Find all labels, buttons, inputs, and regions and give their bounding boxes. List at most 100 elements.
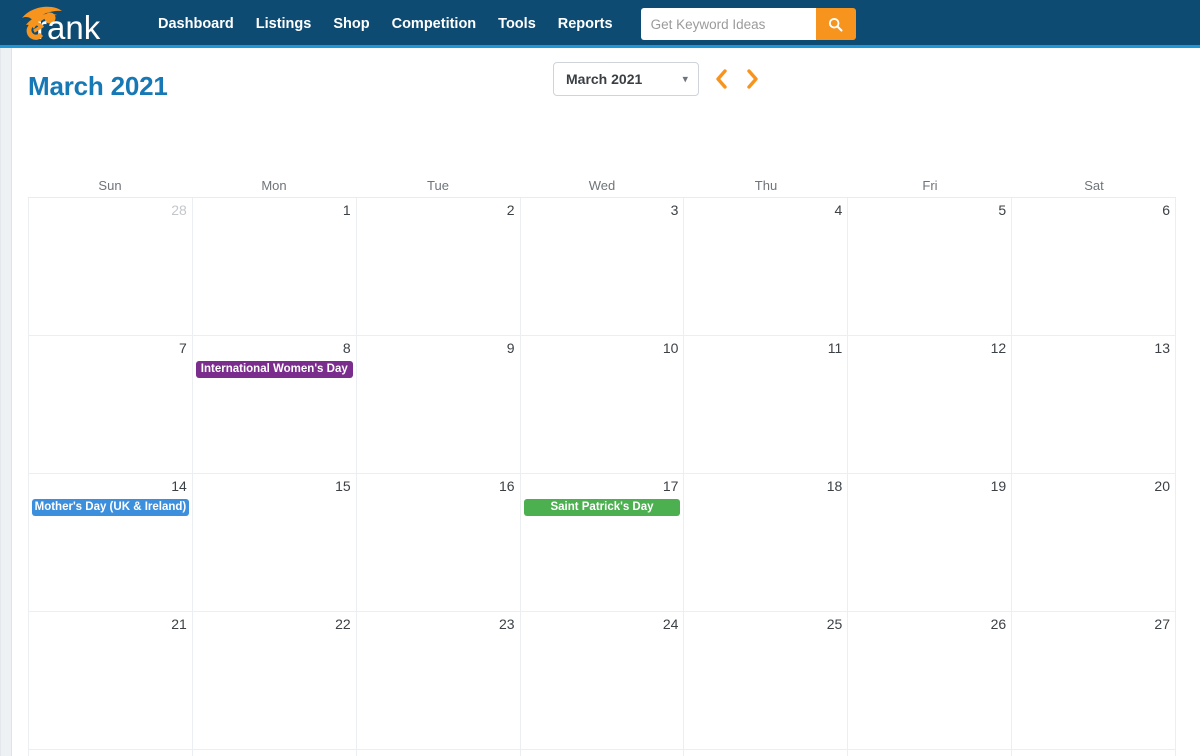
day-number: 9 [506,340,515,356]
next-month-button[interactable] [744,69,761,89]
weekday-fri: Fri [922,178,938,193]
calendar-day-cell[interactable]: 8 International Women's Day [192,336,357,474]
calendar-day-cell[interactable]: 2 [848,750,1013,756]
calendar-day-cell[interactable]: 2 [356,198,521,336]
keyword-search [640,8,856,40]
weekday-wed: Wed [588,178,616,193]
calendar-day-cell[interactable]: 29 [193,750,357,756]
search-icon [829,17,843,32]
calendar-day-cell[interactable]: 25 [684,612,849,750]
day-number: 5 [998,202,1007,218]
calendar-day-cell[interactable]: 28 [29,198,193,336]
calendar-day-cell[interactable]: 18 [684,474,849,612]
weekday-tue: Tue [427,178,449,193]
day-number: 20 [1154,478,1170,494]
day-number: 16 [498,478,515,494]
day-number: 26 [990,616,1007,632]
calendar-day-cell[interactable]: 24 [520,612,685,750]
calendar-day-cell[interactable]: 4 [684,198,849,336]
calendar-day-cell[interactable]: 12 [848,336,1013,474]
weekday-sat: Sat [1084,178,1104,193]
calendar-day-cell[interactable]: 26 [848,612,1013,750]
calendar-day-cell[interactable]: 11 [684,336,849,474]
nav-link-dashboard[interactable]: Dashboard [158,17,234,32]
calendar-event[interactable]: International Women's Day [195,361,353,378]
month-select[interactable]: March 2021 [553,62,699,96]
day-number: 21 [171,616,187,632]
day-number: 28 [171,202,187,218]
calendar-day-cell[interactable]: 15 [192,474,357,612]
calendar-day-cell[interactable]: 28 [29,750,193,756]
month-controls: March 2021 ▾ [553,62,761,96]
calendar-day-cell[interactable]: 31 [521,750,685,756]
page-body: March 2021 March 2021 ▾ Sun Mon Tue Wed … [0,48,1200,756]
calendar-event[interactable]: Saint Patrick's Day [523,499,681,516]
calendar-day-cell[interactable]: 27 [1012,612,1176,750]
chevron-left-icon [716,69,727,89]
day-number: 18 [826,478,843,494]
calendar-day-cell[interactable]: 1 [192,198,357,336]
day-number: 17 [662,478,679,494]
calendar-day-cell[interactable]: 20 [1012,474,1176,612]
day-number: 13 [1154,340,1170,356]
calendar-day-cell[interactable]: 22 [192,612,357,750]
day-number: 11 [827,340,843,356]
day-number: 8 [342,340,351,356]
calendar-day-cell[interactable]: 3 [1012,750,1176,756]
day-number: 3 [670,202,679,218]
top-navbar: rank Dashboard Listings Shop Competition… [0,0,1200,48]
calendar-day-cell[interactable]: 3 [520,198,685,336]
calendar-day-cell[interactable]: 17 Saint Patrick's Day [520,474,685,612]
calendar-day-cell[interactable]: 21 [29,612,193,750]
nav-link-listings[interactable]: Listings [256,17,312,32]
day-number: 15 [335,478,351,494]
erank-logo[interactable]: rank [10,2,138,46]
day-number: 14 [171,478,187,494]
day-number: 2 [506,202,515,218]
calendar-weekday-header: Sun Mon Tue Wed Thu Fri Sat [28,176,1176,198]
nav-link-shop[interactable]: Shop [333,17,369,32]
calendar-grid: 28 1 2 3 4 5 6 7 8 International Women's Day 9 10 11… [28,198,1176,756]
weekday-thu: Thu [754,178,778,193]
calendar-day-cell[interactable]: 30 [357,750,521,756]
day-number: 12 [990,340,1007,356]
day-number: 1 [342,202,351,218]
calendar-day-cell[interactable]: 13 [1012,336,1176,474]
keyword-search-button[interactable] [815,8,856,40]
keyword-search-input[interactable] [640,8,816,40]
day-number: 24 [662,616,679,632]
calendar-day-cell[interactable]: 9 [356,336,521,474]
calendar-day-cell[interactable]: 6 [1012,198,1176,336]
svg-text:rank: rank [36,9,101,46]
day-number: 19 [990,478,1007,494]
day-number: 7 [179,340,187,356]
day-number: 10 [662,340,679,356]
weekday-sun: Sun [98,178,122,193]
day-number: 6 [1162,202,1170,218]
nav-link-tools[interactable]: Tools [498,17,536,32]
day-number: 23 [498,616,515,632]
day-number: 27 [1154,616,1170,632]
calendar-day-cell[interactable]: 7 [29,336,193,474]
calendar-event[interactable]: Mother's Day (UK & Ireland) [32,499,189,516]
calendar-day-cell[interactable]: 19 [848,474,1013,612]
nav-link-reports[interactable]: Reports [558,17,613,32]
calendar: Sun Mon Tue Wed Thu Fri Sat 28 1 2 3 4 5 6 7 8 In… [28,176,1176,756]
day-number: 4 [834,202,843,218]
calendar-day-cell[interactable]: 10 [520,336,685,474]
calendar-day-cell[interactable]: 1 [684,750,849,756]
page-title: March 2021 [28,71,168,101]
day-number: 25 [826,616,843,632]
prev-month-button[interactable] [713,69,730,89]
calendar-day-cell[interactable]: 23 [356,612,521,750]
day-number: 22 [335,616,351,632]
erank-swoosh-logo-icon: rank [22,6,101,46]
calendar-day-cell[interactable]: 5 [848,198,1013,336]
calendar-day-cell[interactable]: 16 [356,474,521,612]
calendar-toolbar: March 2021 March 2021 ▾ [1,48,1200,124]
nav-link-competition[interactable]: Competition [392,17,477,32]
main-nav: Dashboard Listings Shop Competition Tool… [158,17,613,32]
weekday-mon: Mon [261,178,287,193]
chevron-right-icon [747,69,758,89]
calendar-day-cell[interactable]: 14 Mother's Day (UK & Ireland) [29,474,193,612]
